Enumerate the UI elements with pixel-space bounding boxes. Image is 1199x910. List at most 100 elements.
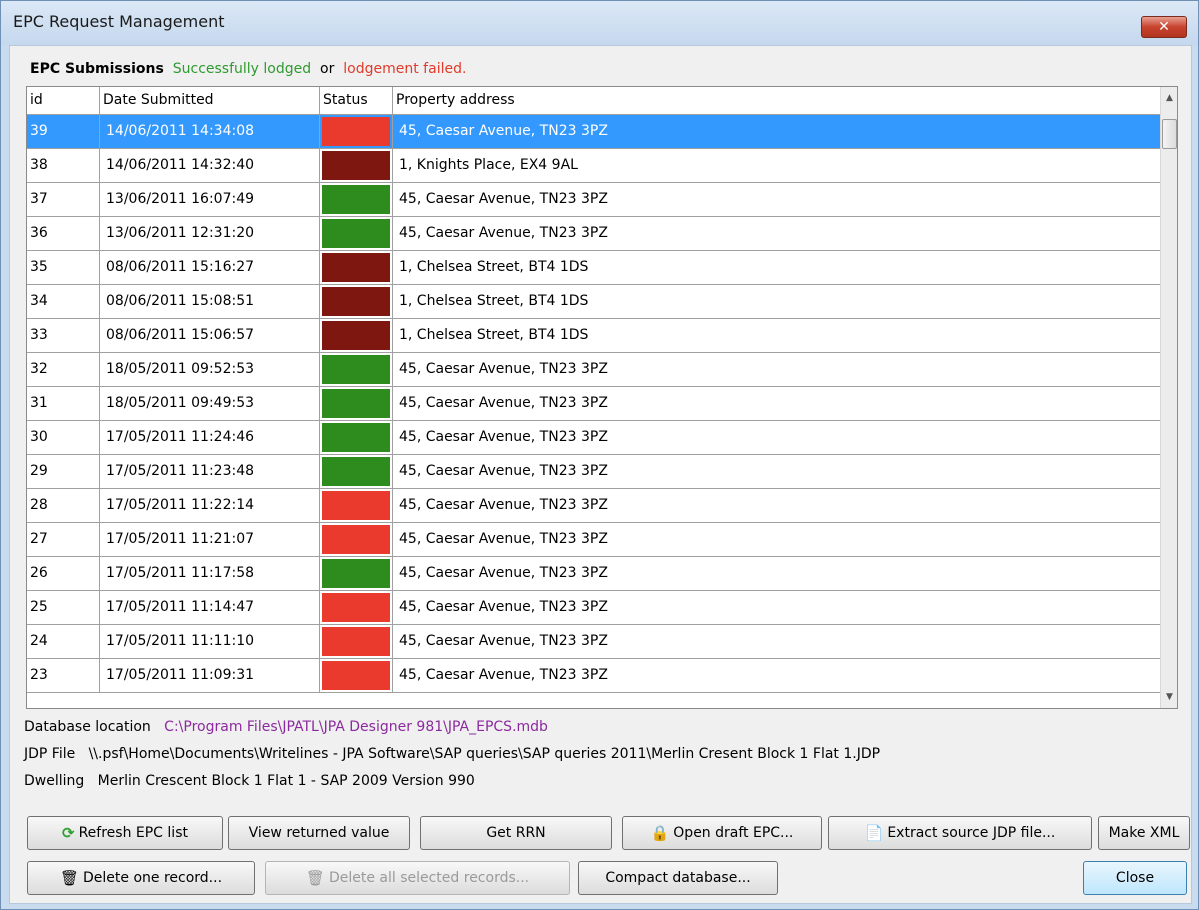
row-date-submitted: 08/06/2011 15:16:27 — [100, 251, 320, 284]
scroll-up-icon[interactable]: ▲ — [1161, 89, 1177, 107]
get-rrn-button[interactable]: Get RRN — [420, 816, 612, 850]
grid-scrollbar[interactable]: ▲ ▼ — [1160, 87, 1177, 708]
column-header-address[interactable]: Property address — [393, 87, 1160, 115]
row-status — [320, 115, 393, 148]
row-date-submitted: 18/05/2011 09:52:53 — [100, 353, 320, 386]
column-header-id[interactable]: id — [27, 87, 100, 115]
scroll-down-icon[interactable]: ▼ — [1161, 688, 1177, 706]
delete-all-selected-button[interactable]: 🗑 Delete all selected records... — [265, 861, 570, 895]
status-swatch — [322, 389, 390, 418]
table-row[interactable]: 33 08/06/2011 15:06:57 1, Chelsea Street, … — [27, 319, 1160, 353]
table-row[interactable]: 32 18/05/2011 09:52:53 45, Caesar Avenue, … — [27, 353, 1160, 387]
row-id: 36 — [27, 217, 100, 250]
row-date-submitted: 08/06/2011 15:08:51 — [100, 285, 320, 318]
table-row[interactable]: 27 17/05/2011 11:21:07 45, Caesar Avenue, … — [27, 523, 1160, 557]
document-extract-icon: 📄 — [864, 824, 884, 842]
row-date-submitted: 18/05/2011 09:49:53 — [100, 387, 320, 420]
row-property-address: 45, Caesar Avenue, TN23 3PZ — [399, 463, 608, 479]
window-close-button[interactable]: ✕ — [1141, 16, 1187, 38]
table-row[interactable]: 30 17/05/2011 11:24:46 45, Caesar Avenue, … — [27, 421, 1160, 455]
row-date-submitted: 13/06/2011 12:31:20 — [100, 217, 320, 250]
row-date-submitted: 14/06/2011 14:32:40 — [100, 149, 320, 182]
table-row[interactable]: 23 17/05/2011 11:09:31 45, Caesar Avenue, … — [27, 659, 1160, 693]
row-property-address: 1, Chelsea Street, BT4 1DS — [399, 259, 589, 275]
row-property-address: 45, Caesar Avenue, TN23 3PZ — [399, 361, 608, 377]
status-swatch — [322, 287, 390, 316]
row-id: 23 — [27, 659, 100, 692]
row-id: 28 — [27, 489, 100, 522]
table-row[interactable]: 29 17/05/2011 11:23:48 45, Caesar Avenue, … — [27, 455, 1160, 489]
status-swatch — [322, 457, 390, 486]
table-row[interactable]: 34 08/06/2011 15:08:51 1, Chelsea Street, … — [27, 285, 1160, 319]
submissions-grid[interactable]: id Date Submitted Status Property addres… — [26, 86, 1178, 709]
status-swatch — [322, 151, 390, 180]
make-xml-button[interactable]: Make XML — [1098, 816, 1190, 850]
extract-source-jdp-button[interactable]: 📄 Extract source JDP file... — [828, 816, 1092, 850]
row-status — [320, 421, 393, 454]
row-date-submitted: 13/06/2011 16:07:49 — [100, 183, 320, 216]
row-status — [320, 353, 393, 386]
view-returned-value-button[interactable]: View returned value — [228, 816, 410, 850]
status-swatch — [322, 559, 390, 588]
row-id: 33 — [27, 319, 100, 352]
row-date-submitted: 17/05/2011 11:21:07 — [100, 523, 320, 556]
table-row[interactable]: 26 17/05/2011 11:17:58 45, Caesar Avenue, … — [27, 557, 1160, 591]
row-id: 35 — [27, 251, 100, 284]
delete-all-selected-label: Delete all selected records... — [328, 870, 530, 886]
table-row[interactable]: 28 17/05/2011 11:22:14 45, Caesar Avenue, … — [27, 489, 1160, 523]
column-header-date[interactable]: Date Submitted — [100, 87, 320, 115]
column-header-status[interactable]: Status — [320, 87, 393, 115]
status-swatch — [322, 627, 390, 656]
row-id: 38 — [27, 149, 100, 182]
row-property-address: 1, Knights Place, EX4 9AL — [399, 157, 578, 173]
title-bar[interactable]: EPC Request Management ✕ — [1, 1, 1198, 45]
refresh-epc-list-button[interactable]: ⟳ Refresh EPC list — [27, 816, 223, 850]
status-swatch — [322, 355, 390, 384]
table-row[interactable]: 38 14/06/2011 14:32:40 1, Knights Place, E… — [27, 149, 1160, 183]
table-row[interactable]: 36 13/06/2011 12:31:20 45, Caesar Avenue, … — [27, 217, 1160, 251]
row-status — [320, 557, 393, 590]
status-swatch — [322, 593, 390, 622]
table-row[interactable]: 35 08/06/2011 15:16:27 1, Chelsea Street, … — [27, 251, 1160, 285]
table-row[interactable]: 37 13/06/2011 16:07:49 45, Caesar Avenue, … — [27, 183, 1160, 217]
row-status — [320, 455, 393, 488]
row-id: 34 — [27, 285, 100, 318]
row-property-address: 1, Chelsea Street, BT4 1DS — [399, 293, 589, 309]
open-draft-epc-button[interactable]: 🔒 Open draft EPC... — [622, 816, 822, 850]
row-id: 32 — [27, 353, 100, 386]
row-date-submitted: 14/06/2011 14:34:08 — [100, 115, 320, 148]
submissions-legend: EPC Submissions Successfully lodged or l… — [30, 61, 466, 77]
close-button[interactable]: Close — [1083, 861, 1187, 895]
dwelling-line: Dwelling Merlin Crescent Block 1 Flat 1 … — [24, 773, 475, 789]
row-id: 31 — [27, 387, 100, 420]
row-property-address: 45, Caesar Avenue, TN23 3PZ — [399, 531, 608, 547]
database-location-value: C:\Program Files\JPATL\JPA Designer 981\… — [164, 719, 548, 735]
compact-database-button[interactable]: Compact database... — [578, 861, 778, 895]
row-property-address: 45, Caesar Avenue, TN23 3PZ — [399, 225, 608, 241]
scroll-thumb[interactable] — [1162, 119, 1177, 149]
table-row[interactable]: 39 14/06/2011 14:34:08 45, Caesar Avenue, … — [27, 115, 1160, 149]
row-date-submitted: 17/05/2011 11:14:47 — [100, 591, 320, 624]
table-row[interactable]: 31 18/05/2011 09:49:53 45, Caesar Avenue, … — [27, 387, 1160, 421]
row-date-submitted: 17/05/2011 11:23:48 — [100, 455, 320, 488]
grid-rows: 39 14/06/2011 14:34:08 45, Caesar Avenue, … — [27, 115, 1160, 693]
row-status — [320, 591, 393, 624]
row-status — [320, 387, 393, 420]
row-property-address: 45, Caesar Avenue, TN23 3PZ — [399, 191, 608, 207]
row-property-address: 45, Caesar Avenue, TN23 3PZ — [399, 429, 608, 445]
row-id: 37 — [27, 183, 100, 216]
row-status — [320, 319, 393, 352]
row-id: 27 — [27, 523, 100, 556]
row-id: 26 — [27, 557, 100, 590]
dialog-client-area: EPC Submissions Successfully lodged or l… — [9, 45, 1192, 904]
row-property-address: 45, Caesar Avenue, TN23 3PZ — [399, 633, 608, 649]
status-swatch — [322, 219, 390, 248]
status-swatch — [322, 423, 390, 452]
table-row[interactable]: 25 17/05/2011 11:14:47 45, Caesar Avenue, … — [27, 591, 1160, 625]
row-property-address: 45, Caesar Avenue, TN23 3PZ — [399, 667, 608, 683]
delete-one-record-button[interactable]: 🗑 Delete one record... — [27, 861, 255, 895]
window-title: EPC Request Management — [13, 12, 225, 31]
status-swatch — [322, 491, 390, 520]
row-date-submitted: 17/05/2011 11:09:31 — [100, 659, 320, 692]
table-row[interactable]: 24 17/05/2011 11:11:10 45, Caesar Avenue, … — [27, 625, 1160, 659]
